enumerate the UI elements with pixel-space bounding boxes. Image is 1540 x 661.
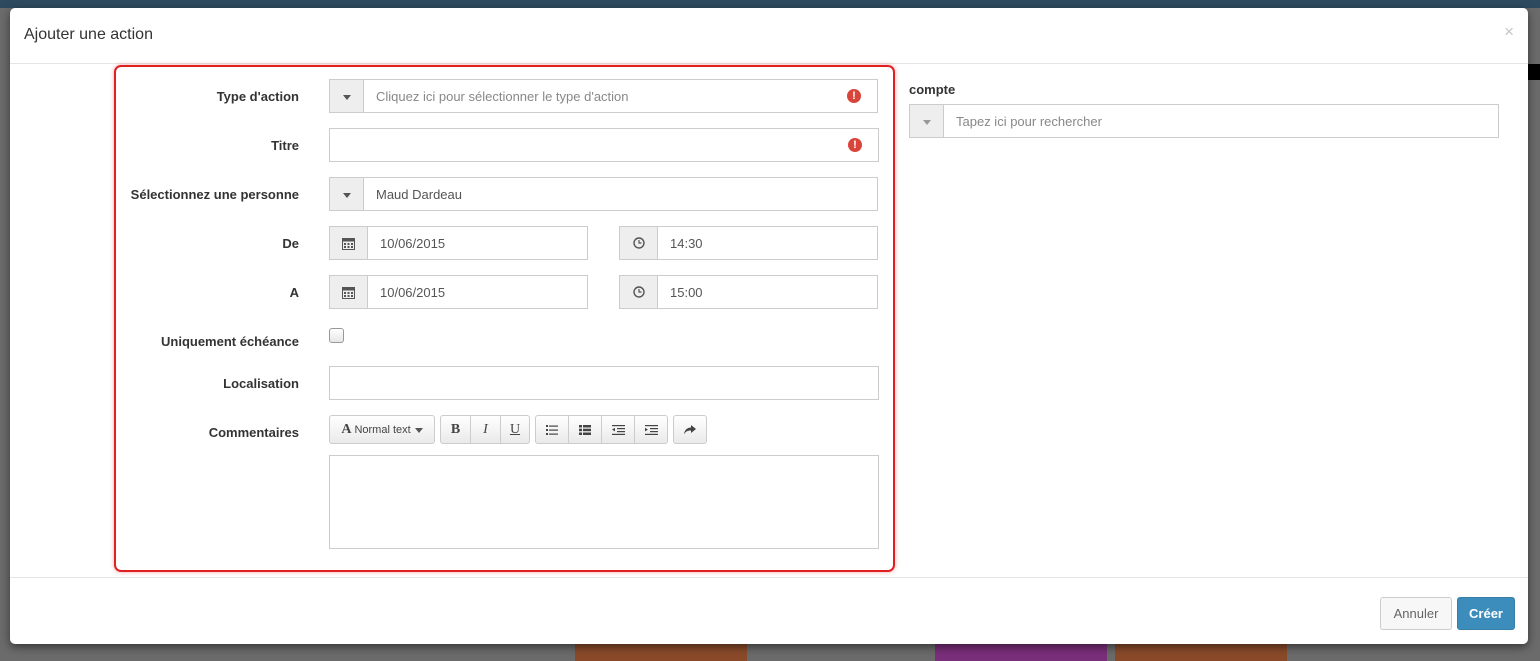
calendar-icon[interactable] — [330, 227, 368, 259]
caret-down-icon — [414, 428, 423, 433]
a-date-input[interactable]: 10/06/2015 — [329, 275, 588, 309]
personne-label: Sélectionnez une personne — [130, 187, 299, 202]
commentaires-editor[interactable] — [329, 455, 879, 549]
list-group — [535, 415, 668, 444]
type-action-select[interactable]: Cliquez ici pour sélectionner le type d'… — [329, 79, 878, 113]
bold-button[interactable]: B — [440, 415, 471, 444]
outdent-button[interactable] — [601, 415, 635, 444]
commentaires-label: Commentaires — [208, 425, 299, 440]
compte-label: compte — [909, 82, 956, 97]
list-ol-icon — [579, 424, 591, 435]
create-button[interactable]: Créer — [1457, 597, 1515, 630]
type-action-label: Type d'action — [216, 89, 299, 104]
compte-placeholder: Tapez ici pour rechercher — [956, 113, 1102, 129]
clock-icon[interactable] — [620, 227, 658, 259]
calendar-icon[interactable] — [330, 276, 368, 308]
caret-down-icon[interactable] — [330, 80, 364, 112]
cancel-button[interactable]: Annuler — [1380, 597, 1452, 630]
app-topbar — [0, 0, 1540, 8]
personne-value: Maud Dardeau — [376, 186, 462, 202]
modal-footer: Annuler Créer — [10, 577, 1528, 644]
titre-label: Titre — [271, 138, 299, 153]
text-style-label: Normal text — [354, 423, 411, 436]
text-style-dropdown[interactable]: A Normal text — [329, 415, 435, 444]
share-group — [673, 415, 707, 444]
a-time-value: 15:00 — [670, 284, 703, 300]
de-date-value: 10/06/2015 — [380, 235, 446, 251]
caret-down-icon[interactable] — [910, 105, 944, 137]
indent-icon — [644, 424, 658, 435]
personne-select[interactable]: Maud Dardeau — [329, 177, 878, 211]
underline-button[interactable]: U — [500, 415, 530, 444]
de-time-input[interactable]: 14:30 — [619, 226, 878, 260]
a-label: A — [289, 285, 299, 300]
modal-title: Ajouter une action — [24, 26, 153, 43]
calendar-event — [1115, 644, 1287, 661]
echeance-checkbox[interactable] — [329, 328, 344, 343]
italic-button[interactable]: I — [470, 415, 501, 444]
a-date-value: 10/06/2015 — [380, 284, 446, 300]
indent-button[interactable] — [634, 415, 668, 444]
titre-value — [330, 129, 878, 161]
clock-icon[interactable] — [620, 276, 658, 308]
share-icon — [684, 424, 696, 434]
list-ul-icon — [546, 424, 558, 435]
localisation-label: Localisation — [223, 376, 299, 391]
outdent-icon — [611, 424, 625, 435]
error-icon: ! — [848, 138, 862, 152]
format-group: B I U — [440, 415, 530, 444]
share-button[interactable] — [673, 415, 707, 444]
modal-header: Ajouter une action × — [10, 8, 1528, 64]
localisation-input[interactable] — [329, 366, 879, 400]
de-date-input[interactable]: 10/06/2015 — [329, 226, 588, 260]
backdrop-edge — [1528, 64, 1540, 80]
caret-down-icon[interactable] — [330, 178, 364, 210]
compte-search-select[interactable]: Tapez ici pour rechercher — [909, 104, 1499, 138]
calendar-event — [575, 644, 747, 661]
font-icon: A — [341, 421, 352, 437]
localisation-value — [330, 367, 878, 399]
de-time-value: 14:30 — [670, 235, 703, 251]
close-icon[interactable]: × — [1504, 22, 1514, 42]
list-ul-button[interactable] — [535, 415, 569, 444]
titre-input[interactable]: ! — [329, 128, 879, 162]
error-icon: ! — [847, 89, 861, 103]
calendar-event — [935, 644, 1107, 661]
a-time-input[interactable]: 15:00 — [619, 275, 878, 309]
type-action-placeholder: Cliquez ici pour sélectionner le type d'… — [376, 88, 629, 104]
echeance-label: Uniquement échéance — [161, 334, 299, 349]
de-label: De — [282, 236, 299, 251]
text-style-group: A Normal text — [329, 415, 435, 444]
list-ol-button[interactable] — [568, 415, 602, 444]
